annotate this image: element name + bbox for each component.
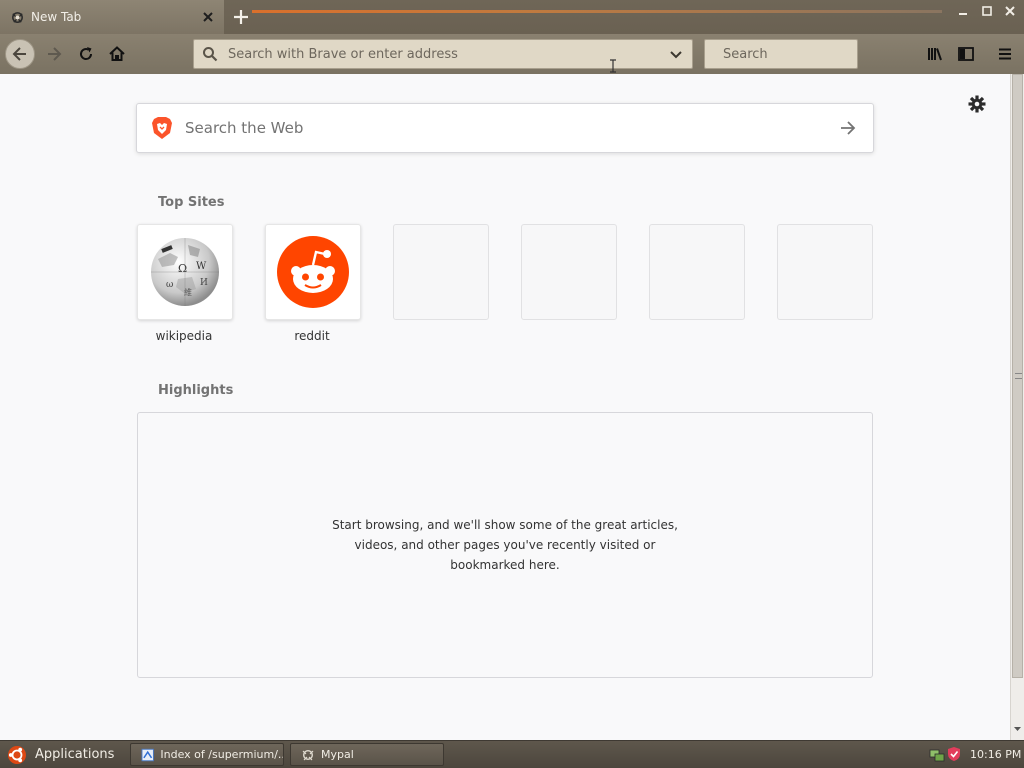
top-site-tile-wikipedia[interactable]: Ω W ω И 維 bbox=[137, 224, 233, 320]
new-tab-page: Top Sites Ω W ω И 維 wikipedia bbox=[0, 74, 1010, 740]
applications-label: Applications bbox=[35, 747, 115, 762]
close-tab-icon[interactable] bbox=[201, 10, 215, 24]
brave-lion-icon bbox=[152, 117, 172, 139]
applications-menu-button[interactable]: Applications bbox=[0, 741, 114, 768]
taskbar-item[interactable]: Index of /supermium/... bbox=[130, 743, 284, 766]
taskbar-item[interactable]: Mypal bbox=[290, 743, 444, 766]
tab-accent-line bbox=[252, 10, 942, 13]
arrow-left-icon bbox=[12, 47, 26, 61]
top-site-label: reddit bbox=[294, 329, 330, 343]
svg-text:И: И bbox=[200, 278, 208, 288]
search-bar[interactable] bbox=[704, 39, 895, 69]
navigation-toolbar bbox=[0, 34, 1024, 74]
reload-icon bbox=[80, 47, 93, 60]
mypal-favicon-icon bbox=[12, 11, 23, 23]
svg-text:ω: ω bbox=[166, 280, 173, 290]
minimize-icon[interactable] bbox=[956, 5, 970, 17]
search-input[interactable] bbox=[721, 45, 895, 63]
highlights-empty-message: Start browsing, and we'll show some of t… bbox=[332, 518, 678, 572]
reddit-alien-icon bbox=[277, 236, 349, 308]
vertical-scrollbar[interactable] bbox=[1010, 74, 1024, 740]
sidebar-icon bbox=[958, 47, 974, 61]
chevron-down-icon[interactable] bbox=[668, 46, 684, 62]
shield-icon[interactable] bbox=[947, 746, 961, 762]
menu-button[interactable] bbox=[991, 40, 1019, 68]
mypal-icon bbox=[302, 749, 314, 760]
maximize-icon[interactable] bbox=[980, 5, 994, 17]
sidebar-toggle-button[interactable] bbox=[952, 40, 980, 68]
tab-bar: New Tab bbox=[0, 0, 1024, 34]
address-input[interactable] bbox=[226, 45, 668, 63]
top-site-tile-empty[interactable] bbox=[393, 224, 489, 320]
top-sites-heading: Top Sites bbox=[158, 195, 225, 210]
arrow-right-icon[interactable] bbox=[838, 118, 858, 138]
top-site-label: wikipedia bbox=[155, 329, 213, 343]
ubuntu-logo-icon bbox=[8, 745, 26, 764]
browser-page-icon bbox=[141, 748, 154, 761]
taskbar: Applications Index of /supermium/... Myp… bbox=[0, 740, 1024, 768]
library-icon bbox=[928, 48, 942, 61]
home-button[interactable] bbox=[103, 40, 131, 68]
new-tab-icon[interactable] bbox=[232, 8, 250, 26]
wikipedia-globe-icon: Ω W ω И 維 bbox=[151, 238, 219, 306]
taskbar-item-label: Mypal bbox=[321, 748, 354, 761]
scrollbar-grip bbox=[1015, 373, 1022, 379]
library-button[interactable] bbox=[921, 40, 949, 68]
tab-title: New Tab bbox=[31, 10, 82, 24]
top-site-tile-reddit[interactable] bbox=[265, 224, 361, 320]
svg-text:W: W bbox=[196, 261, 207, 272]
address-bar[interactable] bbox=[193, 39, 693, 69]
taskbar-item-label: Index of /supermium/... bbox=[160, 748, 283, 761]
close-window-icon[interactable] bbox=[1003, 5, 1017, 17]
home-icon bbox=[109, 46, 125, 61]
svg-text:Ω: Ω bbox=[178, 262, 187, 275]
gear-icon[interactable] bbox=[967, 94, 987, 114]
hamburger-menu-icon bbox=[999, 48, 1011, 60]
web-search-input[interactable] bbox=[183, 118, 838, 138]
top-site-tile-empty[interactable] bbox=[777, 224, 873, 320]
back-button[interactable] bbox=[5, 39, 35, 69]
top-site-tile-empty[interactable] bbox=[521, 224, 617, 320]
scroll-down-arrow-icon[interactable] bbox=[1012, 722, 1023, 736]
highlights-empty-state: Start browsing, and we'll show some of t… bbox=[137, 412, 873, 678]
web-search-box[interactable] bbox=[136, 103, 874, 153]
search-icon bbox=[203, 47, 218, 62]
forward-button[interactable] bbox=[40, 40, 68, 68]
clock: 10:16 PM bbox=[970, 748, 1022, 761]
top-site-tile-empty[interactable] bbox=[649, 224, 745, 320]
tab-new-tab[interactable]: New Tab bbox=[0, 0, 224, 34]
highlights-heading: Highlights bbox=[158, 383, 234, 398]
text-cursor-icon bbox=[610, 59, 616, 73]
network-icon[interactable] bbox=[929, 746, 945, 762]
scrollbar-thumb[interactable] bbox=[1012, 74, 1023, 678]
arrow-right-icon bbox=[48, 47, 62, 61]
reload-button[interactable] bbox=[72, 40, 100, 68]
